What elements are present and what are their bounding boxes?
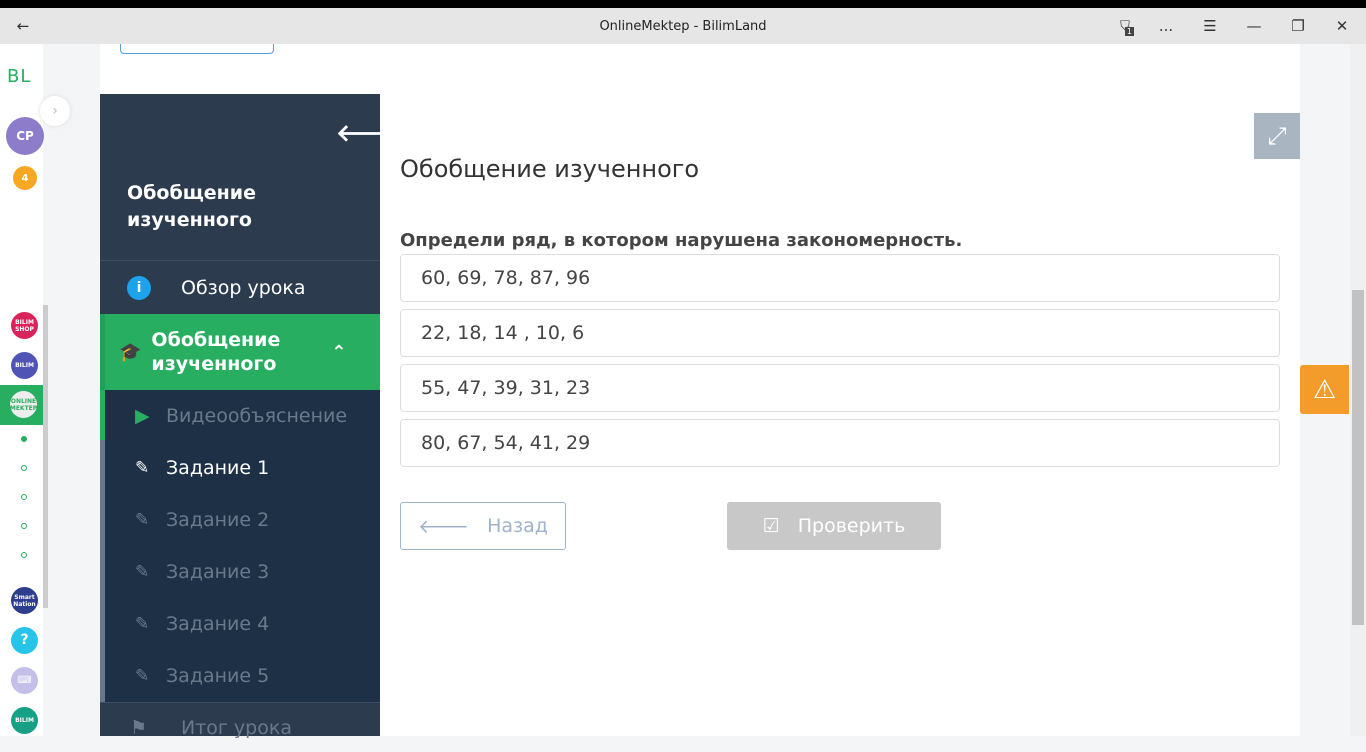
sidebar-item-label: Задание 5 — [166, 665, 270, 687]
info-icon: i — [127, 275, 151, 300]
title-bar: ← OnlineMektep - BilimLand ⛉1 ... ☰ — ❐ … — [0, 8, 1366, 44]
bilim-shop-icon[interactable]: BILIM SHOP — [11, 312, 38, 339]
edit-icon: ✎ — [135, 458, 150, 478]
edit-icon: ✎ — [135, 614, 150, 634]
menu-icon[interactable]: ☰ — [1190, 8, 1230, 44]
sidebar-section-summary[interactable]: 🎓 Обобщение изученного ⌃ — [100, 314, 380, 390]
sidebar-item-label: Задание 3 — [166, 561, 270, 583]
sidebar-item-overview[interactable]: i Обзор урока — [100, 261, 380, 314]
close-icon[interactable]: ✕ — [1322, 8, 1362, 44]
play-icon: ▶ — [135, 405, 150, 427]
notification-count: 1 — [1124, 26, 1134, 36]
collapse-sidebar-arrow-icon[interactable]: 🡐 — [336, 118, 400, 147]
back-button[interactable]: 🡐 Назад — [400, 502, 566, 550]
sidebar-item-lesson-result[interactable]: ⚑ Итог урока — [100, 702, 380, 752]
answer-option[interactable]: 80, 67, 54, 41, 29 — [400, 419, 1280, 467]
avatar[interactable]: CP — [6, 117, 44, 155]
sidebar-title: Обобщение изученного — [127, 182, 256, 231]
sidebar-item-task-1[interactable]: ✎ Задание 1 — [105, 442, 380, 494]
shield-notification-icon[interactable]: ⛉1 — [1107, 8, 1147, 44]
online-mektep-active[interactable]: ONLINE MEKTEP — [0, 385, 43, 425]
sidebar-item-video[interactable]: ▶ Видеообъяснение — [105, 390, 380, 442]
nav-dot[interactable] — [21, 465, 27, 471]
online-mektep-icon: ONLINE MEKTEP — [10, 391, 37, 418]
sidebar-item-label: Задание 2 — [166, 509, 270, 531]
top-edge — [0, 0, 1366, 8]
edit-icon: ✎ — [135, 562, 150, 582]
help-icon[interactable]: ? — [11, 627, 38, 654]
bilimland-logo[interactable]: BL — [7, 66, 31, 87]
expand-rail-chevron-icon[interactable]: › — [40, 96, 70, 126]
minimize-icon[interactable]: — — [1234, 8, 1274, 44]
fullscreen-expand-icon[interactable]: ⤢ — [1254, 113, 1300, 159]
question-text: Определи ряд, в котором нарушена законом… — [400, 230, 963, 251]
chevron-up-icon[interactable]: ⌃ — [331, 342, 346, 363]
window-title: OnlineMektep - BilimLand — [599, 18, 767, 34]
sidebar-item-task-3[interactable]: ✎ Задание 3 — [105, 546, 380, 598]
edit-icon: ✎ — [135, 666, 150, 686]
sidebar-item-label: Обобщение изученного — [151, 329, 281, 375]
sidebar-item-label: Видеообъяснение — [166, 405, 348, 427]
back-label: Назад — [487, 515, 548, 537]
page-title: Обобщение изученного — [400, 155, 700, 183]
flag-icon: ⚑ — [130, 716, 148, 739]
sidebar-item-task-2[interactable]: ✎ Задание 2 — [105, 494, 380, 546]
bilim-app-icon[interactable]: BILIM — [11, 352, 38, 379]
graduation-cap-icon: 🎓 — [119, 341, 142, 363]
bilim-class-icon[interactable]: BILIM — [11, 707, 38, 734]
arrow-left-icon: 🡐 — [418, 515, 470, 538]
nav-dot[interactable] — [21, 552, 27, 558]
keyboard-icon[interactable]: ⌨ — [11, 667, 38, 694]
app-rail: BL › CP 4 BILIM SHOP BILIM ONLINE MEKTEP… — [0, 44, 70, 736]
sidebar-item-task-5[interactable]: ✎ Задание 5 — [105, 650, 380, 702]
scrollbar-thumb[interactable] — [1352, 290, 1364, 625]
rail-scrollbar[interactable] — [43, 305, 48, 608]
sidebar-item-label: Задание 1 — [166, 457, 270, 479]
nav-dot[interactable] — [21, 436, 27, 442]
nav-dot[interactable] — [21, 523, 27, 529]
restore-icon[interactable]: ❐ — [1278, 8, 1318, 44]
answer-option[interactable]: 22, 18, 14 , 10, 6 — [400, 309, 1280, 357]
nav-dot[interactable] — [21, 494, 27, 500]
smart-nation-icon[interactable]: Smart Nation — [11, 587, 38, 614]
report-warning-icon[interactable]: ⚠ — [1300, 365, 1349, 414]
top-button-edge[interactable] — [120, 44, 274, 54]
edit-icon: ✎ — [135, 510, 150, 530]
back-arrow-icon[interactable]: ← — [3, 8, 43, 44]
more-icon[interactable]: ... — [1146, 8, 1186, 44]
check-button[interactable]: ☑ Проверить — [727, 502, 941, 550]
answer-option[interactable]: 55, 47, 39, 31, 23 — [400, 364, 1280, 412]
points-badge: 4 — [13, 166, 37, 190]
check-label: Проверить — [797, 515, 906, 537]
sidebar-item-label: Задание 4 — [166, 613, 270, 635]
sidebar-item-label: Обзор урока — [181, 276, 306, 299]
sidebar-item-label: Итог урока — [181, 716, 292, 739]
answer-option[interactable]: 60, 69, 78, 87, 96 — [400, 254, 1280, 302]
checkbox-icon: ☑ — [762, 515, 780, 537]
sidebar-item-task-4[interactable]: ✎ Задание 4 — [105, 598, 380, 650]
